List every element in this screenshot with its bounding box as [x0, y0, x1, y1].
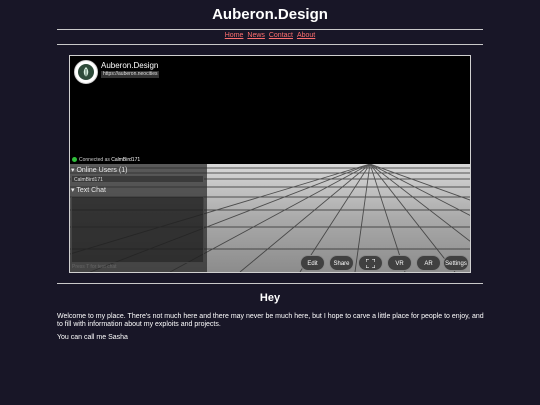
divider: [57, 44, 483, 45]
settings-button[interactable]: Settings: [443, 255, 469, 271]
share-button[interactable]: Share: [329, 255, 354, 271]
text-chat-header[interactable]: ▾ Text Chat: [71, 186, 106, 194]
room-avatar: [74, 60, 98, 84]
status-prefix: Connected as: [79, 157, 110, 163]
divider: [57, 283, 483, 284]
vr-button[interactable]: VR: [387, 255, 412, 271]
room-name: Auberon.Design: [101, 61, 159, 70]
leaf-icon: [78, 64, 94, 80]
online-user-item[interactable]: CalmBird171: [71, 175, 204, 183]
room-url[interactable]: https://auberon.neocities: [101, 71, 160, 78]
divider: [57, 29, 483, 30]
name-paragraph: You can call me Sasha: [57, 334, 128, 341]
site-title: Auberon.Design: [212, 6, 328, 23]
nav-link-contact[interactable]: Contact: [269, 32, 293, 39]
nav-bar: Home News Contact About: [0, 32, 540, 39]
chat-log: [71, 196, 204, 263]
online-users-header[interactable]: ▾ Online Users (1): [71, 166, 127, 174]
intro-paragraph: Welcome to my place. There's not much he…: [57, 313, 484, 328]
nav-link-about[interactable]: About: [297, 32, 315, 39]
status-username: CalmBird171: [111, 157, 141, 163]
nav-link-home[interactable]: Home: [225, 32, 244, 39]
fullscreen-icon: [365, 258, 376, 269]
fullscreen-button[interactable]: [358, 255, 383, 271]
chat-input[interactable]: Press T for text chat: [71, 264, 205, 271]
connection-status: Connected as CalmBird171: [72, 157, 140, 163]
nav-link-news[interactable]: News: [247, 32, 265, 39]
content-heading: Hey: [259, 292, 281, 304]
edit-button[interactable]: Edit: [300, 255, 325, 271]
vr-world-embed[interactable]: Auberon.Design https://auberon.neocities…: [69, 55, 471, 273]
ar-button[interactable]: AR: [416, 255, 441, 271]
status-dot-icon: [72, 157, 77, 163]
